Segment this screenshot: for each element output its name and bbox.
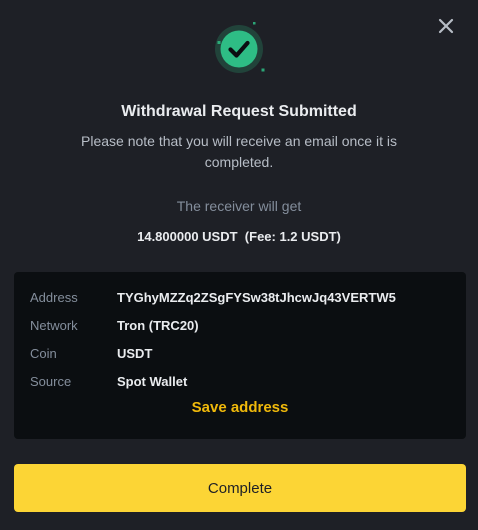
withdrawal-submitted-dialog: Withdrawal Request Submitted Please note… — [0, 0, 478, 530]
fee-text: (Fee: 1.2 USDT) — [244, 229, 341, 244]
save-address-link[interactable]: Save address — [14, 399, 466, 416]
receiver-label: The receiver will get — [176, 198, 302, 214]
detail-value-network: Tron (TRC20) — [117, 318, 199, 333]
detail-label: Coin — [30, 346, 57, 361]
complete-button[interactable]: Complete — [14, 464, 466, 512]
close-icon[interactable] — [436, 16, 456, 36]
dialog-subtitle: Please note that you will receive an ema… — [81, 133, 397, 170]
withdrawal-details-panel: Address TYGhyMZZq2ZSgFYSw38tJhcwJq43VERT… — [14, 272, 466, 439]
dialog-title: Withdrawal Request Submitted — [121, 103, 357, 120]
check-circle-icon — [215, 22, 265, 73]
detail-label: Address — [30, 290, 78, 305]
amount-line: 14.800000 USDT (Fee: 1.2 USDT) — [0, 229, 478, 244]
detail-value-source: Spot Wallet — [117, 374, 188, 389]
detail-label: Network — [30, 318, 78, 333]
receive-amount: 14.800000 USDT — [137, 229, 238, 244]
detail-value-address: TYGhyMZZq2ZSgFYSw38tJhcwJq43VERTW5 — [117, 290, 396, 305]
detail-value-coin: USDT — [117, 346, 153, 361]
detail-label: Source — [30, 374, 72, 389]
